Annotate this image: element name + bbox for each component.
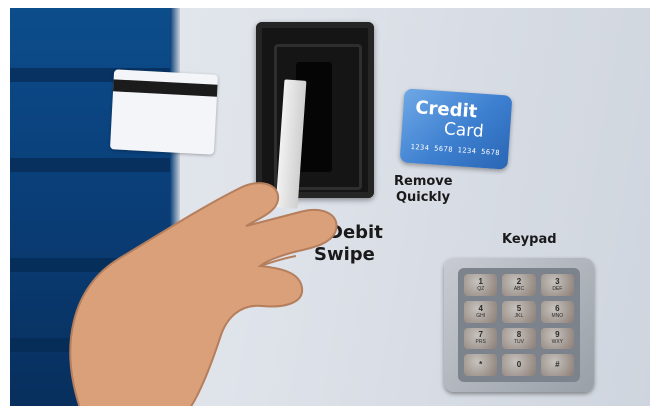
keypad-key[interactable]: 5 JKL	[502, 300, 536, 323]
keypad-key[interactable]: *	[464, 354, 498, 376]
key-letters: WXY	[551, 339, 564, 346]
key-digit: 6	[555, 303, 560, 313]
card-graphic	[109, 69, 219, 155]
key-letters: TUV	[513, 339, 524, 346]
keypad-key[interactable]: 9 WXY	[540, 327, 574, 350]
key-letters: JKL	[514, 312, 524, 319]
keypad-key[interactable]: 8 TUV	[502, 327, 536, 350]
key-digit: 3	[555, 276, 560, 286]
key-digit: #	[555, 360, 560, 370]
key-letters: PRS	[475, 339, 486, 346]
key-digit: 0	[516, 360, 522, 370]
hand-image	[69, 182, 338, 406]
key-letters: MNO	[551, 312, 564, 319]
hand-shape	[69, 182, 338, 406]
keypad-grid: 1 QZ 2 ABC 3 DEF 4 GHI 5 JKL 6 MNO 7 PRS 8 TUV 9 WXY * 0 #	[458, 268, 580, 382]
key-letters: GHI	[476, 312, 486, 319]
credit-card-sticker: Credit Card 1234 5678 1234 5678	[399, 88, 513, 170]
keypad-key[interactable]: 3 DEF	[540, 274, 574, 296]
keypad-key[interactable]: 4 GHI	[464, 300, 498, 323]
remove-label: Remove	[394, 174, 453, 189]
keypad-key[interactable]: 1 QZ	[464, 274, 498, 296]
key-digit: 5	[516, 303, 522, 313]
keypad-key[interactable]: 7 PRS	[464, 327, 498, 350]
keypad-label: Keypad	[502, 232, 557, 247]
photo-frame: Credit Card 1234 5678 1234 5678 Remove Q…	[10, 8, 650, 406]
card-number: 1234 5678 1234 5678	[410, 142, 501, 158]
key-digit: *	[479, 360, 483, 370]
keypad-key[interactable]: #	[540, 354, 574, 376]
keypad-key[interactable]: 2 ABC	[502, 274, 536, 296]
key-digit: 2	[516, 276, 522, 286]
key-digit: 4	[478, 303, 483, 313]
key-letters: QZ	[477, 285, 485, 292]
key-digit: 1	[478, 276, 483, 286]
quickly-label: Quickly	[396, 190, 451, 205]
pin-keypad: 1 QZ 2 ABC 3 DEF 4 GHI 5 JKL 6 MNO 7 PRS 8 TUV 9 WXY * 0 #	[444, 258, 594, 392]
key-digit: 7	[478, 330, 483, 340]
keypad-key[interactable]: 0	[502, 354, 536, 376]
key-digit: 8	[516, 330, 522, 340]
keypad-key[interactable]: 6 MNO	[540, 300, 574, 323]
card-word: Card	[443, 119, 485, 142]
magnetic-stripe	[113, 79, 218, 97]
key-letters: DEF	[552, 285, 563, 292]
key-letters: ABC	[513, 285, 525, 292]
key-digit: 9	[555, 330, 560, 340]
